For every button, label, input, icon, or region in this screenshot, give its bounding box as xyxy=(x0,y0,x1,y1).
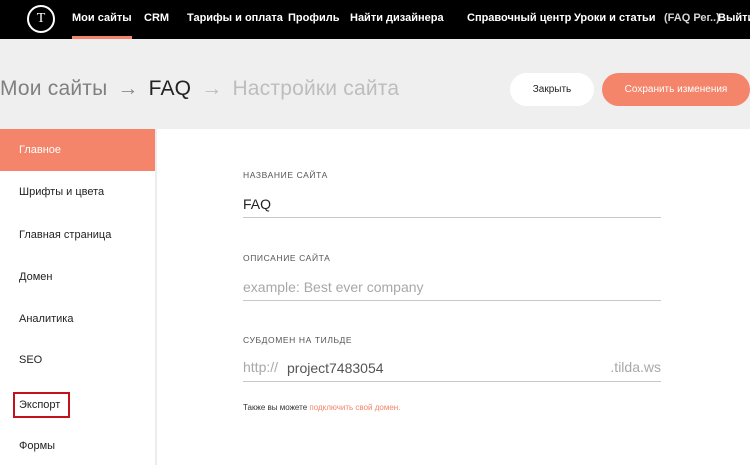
nav-logout[interactable]: Выйти xyxy=(718,0,750,39)
site-name-input[interactable] xyxy=(243,190,661,218)
nav-lessons[interactable]: Уроки и статьи xyxy=(574,0,656,39)
page-header: Мои сайты → FAQ → Настройки сайта Закрыть Со… xyxy=(0,39,750,129)
sidebar-item-label: Домен xyxy=(19,271,53,283)
settings-sidebar: Главное Шрифты и цвета Главная страница … xyxy=(0,129,157,465)
site-description-input[interactable] xyxy=(243,273,661,301)
breadcrumb-arrow-icon: → xyxy=(117,77,139,100)
sidebar-item-domain[interactable]: Домен xyxy=(0,256,155,298)
nav-account[interactable]: (FAQ Рег..) xyxy=(664,0,720,39)
nav-crm[interactable]: CRM xyxy=(144,0,169,39)
sidebar-item-label: Шрифты и цвета xyxy=(19,186,105,198)
sidebar-item-main[interactable]: Главное xyxy=(0,129,155,171)
subdomain-label: СУБДОМЕН НА ТИЛЬДЕ xyxy=(243,335,353,345)
save-changes-button[interactable]: Сохранить изменения xyxy=(602,73,750,106)
sidebar-item-home-page[interactable]: Главная страница xyxy=(0,214,155,256)
breadcrumb-site[interactable]: FAQ xyxy=(149,77,192,100)
subdomain-prefix: http:// xyxy=(243,359,279,375)
site-description-label: ОПИСАНИЕ САЙТА xyxy=(243,253,331,263)
tilda-logo-icon[interactable]: T xyxy=(27,5,55,33)
nav-my-sites[interactable]: Мои сайты xyxy=(72,0,132,39)
sidebar-item-fonts-colors[interactable]: Шрифты и цвета xyxy=(0,171,155,213)
connect-domain-link[interactable]: подключить свой домен. xyxy=(309,403,400,412)
subdomain-suffix: .tilda.ws xyxy=(610,359,661,375)
breadcrumb: Мои сайты → FAQ → Настройки сайта xyxy=(0,77,399,101)
site-name-label: НАЗВАНИЕ САЙТА xyxy=(243,170,328,180)
subdomain-input[interactable] xyxy=(287,354,607,382)
domain-hint: Также вы можете подключить свой домен. xyxy=(243,403,400,412)
subdomain-field: http:// .tilda.ws xyxy=(243,354,661,382)
sidebar-item-label: SEO xyxy=(19,354,43,366)
sidebar-item-label: Аналитика xyxy=(19,313,74,325)
nav-profile[interactable]: Профиль xyxy=(288,0,339,39)
sidebar-item-label: Экспорт xyxy=(13,392,71,418)
nav-tariffs[interactable]: Тарифы и оплата xyxy=(187,0,283,39)
breadcrumb-my-sites[interactable]: Мои сайты xyxy=(0,77,107,100)
sidebar-item-label: Главная страница xyxy=(19,229,112,241)
domain-hint-text: Также вы можете xyxy=(243,403,308,412)
sidebar-item-forms[interactable]: Формы xyxy=(0,425,155,465)
nav-find-designer[interactable]: Найти дизайнера xyxy=(350,0,444,39)
top-navigation-bar: T Мои сайты CRM Тарифы и оплата Профиль … xyxy=(0,0,750,39)
close-button[interactable]: Закрыть xyxy=(510,73,594,106)
breadcrumb-current: Настройки сайта xyxy=(232,77,400,100)
sidebar-item-seo[interactable]: SEO xyxy=(0,339,155,381)
sidebar-item-analytics[interactable]: Аналитика xyxy=(0,298,155,340)
nav-help-center[interactable]: Справочный центр xyxy=(467,0,571,39)
sidebar-item-label: Главное xyxy=(19,144,62,156)
breadcrumb-arrow-icon: → xyxy=(201,77,223,100)
sidebar-item-label: Формы xyxy=(19,440,56,452)
sidebar-item-export[interactable]: Экспорт xyxy=(0,384,155,426)
